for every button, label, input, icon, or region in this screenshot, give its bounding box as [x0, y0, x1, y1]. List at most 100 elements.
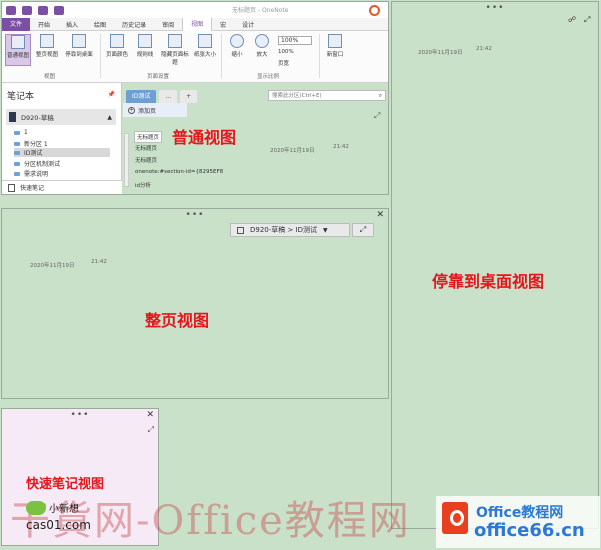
- zoom-combo[interactable]: 100%: [278, 36, 312, 45]
- expand-icon: ⤢: [359, 225, 367, 234]
- quick-notes-icon: [8, 183, 15, 192]
- dock-to-desktop-button[interactable]: 停靠到桌面: [63, 34, 95, 58]
- zoom-in-icon: [255, 34, 269, 48]
- watermark-site: cas01.com: [26, 518, 91, 532]
- pin-icon[interactable]: 📌: [108, 91, 115, 98]
- page-time: 21:42: [91, 259, 107, 265]
- section-item[interactable]: 1: [14, 129, 28, 136]
- full-page-view-window: ••• ✕ D920-草稿 > ID测试 ▼ ⤢ 2020年11月19日 21:…: [1, 208, 389, 399]
- zoom-out-icon: [230, 34, 244, 48]
- normal-view-icon: [11, 35, 25, 49]
- drag-handle-icon[interactable]: •••: [186, 211, 205, 220]
- tab-review[interactable]: 审阅: [154, 20, 182, 29]
- page-item[interactable]: id分析: [135, 181, 151, 189]
- zoom-in-button[interactable]: 放大: [249, 34, 275, 58]
- add-page-button[interactable]: + 添加页: [123, 103, 187, 117]
- tab-insert[interactable]: 插入: [58, 20, 86, 29]
- drag-handle-icon[interactable]: •••: [71, 411, 90, 420]
- close-icon[interactable]: ✕: [146, 410, 154, 420]
- full-page-icon: [40, 34, 54, 48]
- ribbon: 普通视图 整页视图 停靠到桌面 页面颜色 规则线 隐藏页面标题 纸张大小 缩小 …: [2, 31, 388, 83]
- hide-title-icon: [168, 34, 182, 48]
- title-bar: 无标题页 - OneNote: [2, 2, 388, 18]
- plus-circle-icon: +: [128, 106, 135, 114]
- page-item[interactable]: onenote:#section-id={8295EF8: [135, 169, 223, 175]
- section-item[interactable]: 新分区 1: [14, 139, 48, 148]
- wechat-icon: [26, 500, 46, 515]
- window-title: 无标题页 - OneNote: [232, 7, 289, 14]
- group-label-view: 视图: [44, 74, 56, 80]
- expand-button[interactable]: ⤢: [352, 223, 374, 237]
- back-icon[interactable]: [6, 5, 16, 15]
- tab-view[interactable]: 视图: [182, 17, 213, 31]
- notebook-item[interactable]: D920-草稿 ▲: [6, 109, 116, 125]
- section-tab-id-test[interactable]: ID测试: [126, 90, 157, 103]
- page-list: + 添加页 无标题页 无标题页 无标题页 onenote:#section-id=…: [123, 103, 223, 194]
- chevron-down-icon[interactable]: ▼: [323, 227, 328, 234]
- tab-design[interactable]: 设计: [234, 20, 262, 29]
- close-icon[interactable]: ✕: [376, 210, 384, 220]
- list-icon[interactable]: [54, 5, 64, 15]
- expand-icon[interactable]: ⤢: [374, 111, 380, 121]
- section-item[interactable]: 需求说明: [14, 169, 48, 178]
- tab-macro[interactable]: 宏: [212, 20, 234, 29]
- tab-history[interactable]: 历史记录: [114, 20, 154, 29]
- office-logo-icon: [442, 502, 468, 534]
- pen-icon[interactable]: [38, 5, 48, 15]
- group-label-page-setup: 页面设置: [147, 74, 170, 80]
- page-item[interactable]: 无标题页: [135, 144, 157, 152]
- link-icon[interactable]: ☍: [568, 15, 576, 24]
- quick-notes-link[interactable]: 快速笔记: [2, 180, 122, 194]
- paper-size-icon: [198, 34, 212, 48]
- search-icon[interactable]: ⌕: [379, 91, 382, 101]
- expand-icon[interactable]: ⤢: [584, 15, 590, 25]
- tab-draw[interactable]: 绘图: [86, 20, 114, 29]
- section-item[interactable]: ID测试: [14, 148, 110, 157]
- notebook-pane: 笔记本 📌 D920-草稿 ▲ 1 新分区 1 ID测试 分区机制测试 需求说明…: [2, 83, 122, 194]
- new-window-button[interactable]: 新窗口: [322, 34, 348, 58]
- page-date: 2020年11月19日: [418, 50, 463, 56]
- chevron-up-icon[interactable]: ▲: [107, 114, 112, 121]
- page-item[interactable]: 无标题页: [134, 131, 163, 143]
- breadcrumb[interactable]: D920-草稿 > ID测试 ▼: [230, 223, 350, 237]
- rule-lines-button[interactable]: 规则线: [132, 34, 158, 58]
- onenote-logo-icon: [369, 5, 380, 16]
- new-window-icon: [328, 34, 342, 48]
- full-page-view-caption: 整页视图: [145, 311, 210, 330]
- new-section-tab[interactable]: +: [180, 90, 198, 103]
- full-page-view-button[interactable]: 整页视图: [34, 34, 60, 58]
- section-icon: [14, 141, 20, 146]
- group-label-zoom: 显示比例: [257, 74, 280, 80]
- tab-file[interactable]: 文件: [2, 17, 31, 31]
- page-time: 21:42: [476, 46, 492, 52]
- section-item[interactable]: 分区机制测试: [14, 159, 60, 168]
- paper-size-button[interactable]: 纸张大小: [192, 34, 218, 58]
- hide-page-title-button[interactable]: 隐藏页面标题: [160, 34, 190, 66]
- watermark-brand: Office教程网 office66.cn: [436, 496, 600, 548]
- normal-view-button[interactable]: 普通视图: [5, 34, 31, 66]
- rule-lines-icon: [138, 34, 152, 48]
- docked-view-window: ••• ☍ ⤢ 2020年11月19日 21:42 停靠到桌面视图: [391, 1, 599, 529]
- undo-icon[interactable]: [22, 5, 32, 15]
- page-item[interactable]: 无标题页: [135, 156, 157, 164]
- ribbon-tabs: 文件 开始 插入 绘图 历史记录 审阅 视图 宏 设计: [2, 17, 388, 31]
- page-list-scrollbar[interactable]: [124, 133, 129, 187]
- section-icon: [14, 150, 20, 155]
- page-icon: [237, 226, 244, 234]
- search-input[interactable]: 搜索此分区(Ctrl+E) ⌕: [268, 90, 386, 101]
- watermark-text: 干貨网-Office教程网: [10, 498, 411, 544]
- section-tab-more[interactable]: ...: [159, 90, 178, 103]
- page-color-icon: [110, 34, 124, 48]
- zoom-100-option[interactable]: 100%: [278, 49, 294, 55]
- page-time: 21:42: [333, 144, 349, 150]
- page-date: 2020年11月19日: [30, 263, 75, 269]
- drag-handle-icon[interactable]: •••: [486, 4, 505, 13]
- zoom-out-button[interactable]: 缩小: [224, 34, 250, 58]
- page-width-option[interactable]: 页宽: [278, 59, 289, 67]
- page-color-button[interactable]: 页面颜色: [104, 34, 130, 58]
- expand-icon[interactable]: ⤢: [148, 425, 154, 435]
- dock-icon: [72, 34, 86, 48]
- notebook-pane-title: 笔记本: [7, 92, 35, 102]
- tab-home[interactable]: 开始: [30, 20, 58, 29]
- dock-view-caption: 停靠到桌面视图: [432, 272, 545, 291]
